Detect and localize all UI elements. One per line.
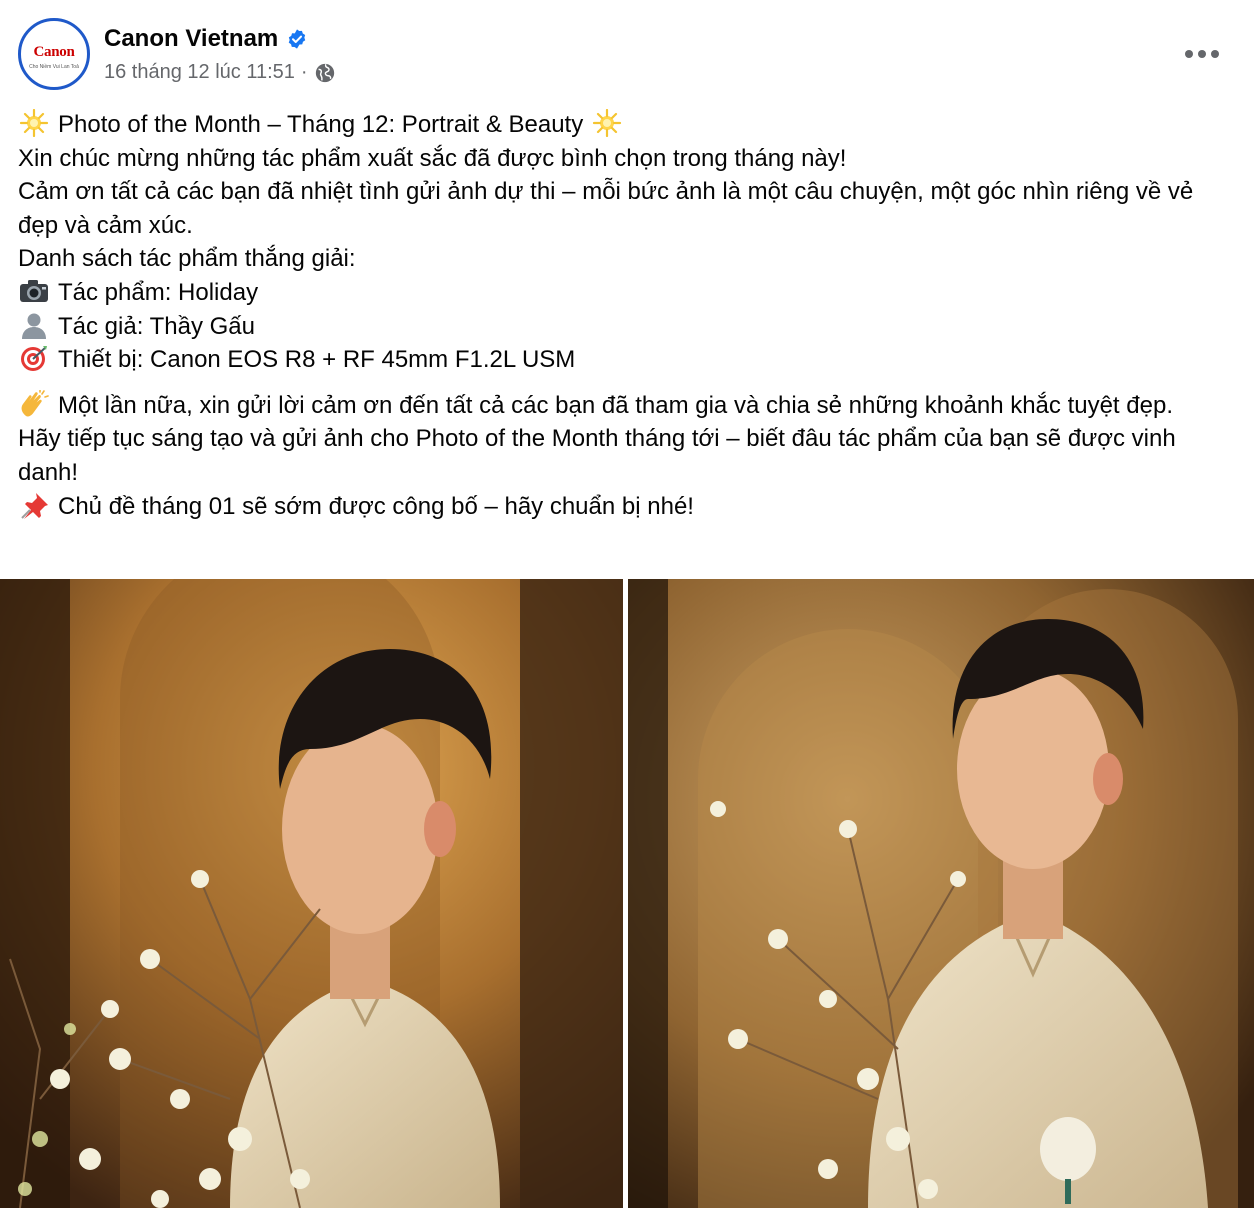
post-line: Cảm ơn tất cả các bạn đã nhiệt tình gửi …	[18, 178, 1194, 239]
person-silhouette-emoji	[18, 311, 50, 339]
separator-dot: ·	[300, 61, 308, 83]
post-line: Hãy tiếp tục sáng tạo và gửi ảnh cho Pho…	[18, 425, 1176, 486]
post-line-next-topic: Chủ đề tháng 01 sẽ sớm được công bố – hã…	[18, 490, 1234, 524]
sparkle-star-emoji	[591, 108, 623, 138]
author-text: Tác giả: Thầy Gấu	[58, 312, 255, 340]
page-avatar[interactable]: Canon Cho Niềm Vui Lan Toả	[18, 18, 90, 90]
post-line: Danh sách tác phẩm thắng giải:	[18, 245, 356, 273]
post-line-author: Tác giả: Thầy Gấu	[18, 310, 1234, 344]
camera-emoji	[18, 277, 50, 305]
next-topic-text: Chủ đề tháng 01 sẽ sớm được công bố – hã…	[58, 492, 694, 520]
sparkle-star-emoji	[18, 108, 50, 138]
pushpin-emoji	[18, 491, 50, 519]
portrait-photo-2-image	[628, 579, 1254, 1208]
post-timestamp[interactable]: 16 tháng 12 lúc 11:51	[104, 61, 295, 84]
canon-logo: Canon	[33, 44, 75, 60]
work-title-text: Tác phẩm: Holiday	[58, 278, 259, 306]
post-line-work: Tác phẩm: Holiday	[18, 276, 1234, 310]
more-dot	[1198, 50, 1206, 58]
globe-icon[interactable]	[314, 62, 336, 84]
more-options-icon[interactable]	[1178, 36, 1226, 72]
portrait-photo-2[interactable]	[628, 579, 1254, 1208]
post-text: Photo of the Month – Tháng 12: Portrait …	[18, 108, 1234, 523]
canon-logo-tagline: Cho Niềm Vui Lan Toả	[29, 64, 79, 70]
portrait-photo-1-image	[0, 579, 623, 1208]
direct-hit-emoji	[18, 344, 50, 372]
more-dot	[1211, 50, 1219, 58]
portrait-photo-1[interactable]	[0, 579, 623, 1208]
post-line-title: Photo of the Month – Tháng 12: Portrait …	[18, 108, 1234, 142]
post-line-equipment: Thiết bị: Canon EOS R8 + RF 45mm F1.2L U…	[18, 343, 1234, 377]
facebook-post: Canon Cho Niềm Vui Lan Toả Canon Vietnam…	[0, 0, 1254, 1208]
post-line-thanks: Một lần nữa, xin gửi lời cảm ơn đến tất …	[18, 388, 1234, 423]
clapping-hands-emoji	[18, 388, 50, 418]
equipment-text: Thiết bị: Canon EOS R8 + RF 45mm F1.2L U…	[58, 346, 576, 374]
post-title-text: Photo of the Month – Tháng 12: Portrait …	[58, 111, 584, 138]
verified-badge-icon	[286, 28, 308, 50]
page-name-row: Canon Vietnam	[104, 25, 308, 53]
more-dot	[1185, 50, 1193, 58]
thanks-text: Một lần nữa, xin gửi lời cảm ơn đến tất …	[58, 391, 1173, 419]
post-line: Xin chúc mừng những tác phẩm xuất sắc đã…	[18, 144, 847, 172]
page-name-link[interactable]: Canon Vietnam	[104, 25, 278, 53]
post-meta: 16 tháng 12 lúc 11:51 ·	[104, 61, 336, 84]
